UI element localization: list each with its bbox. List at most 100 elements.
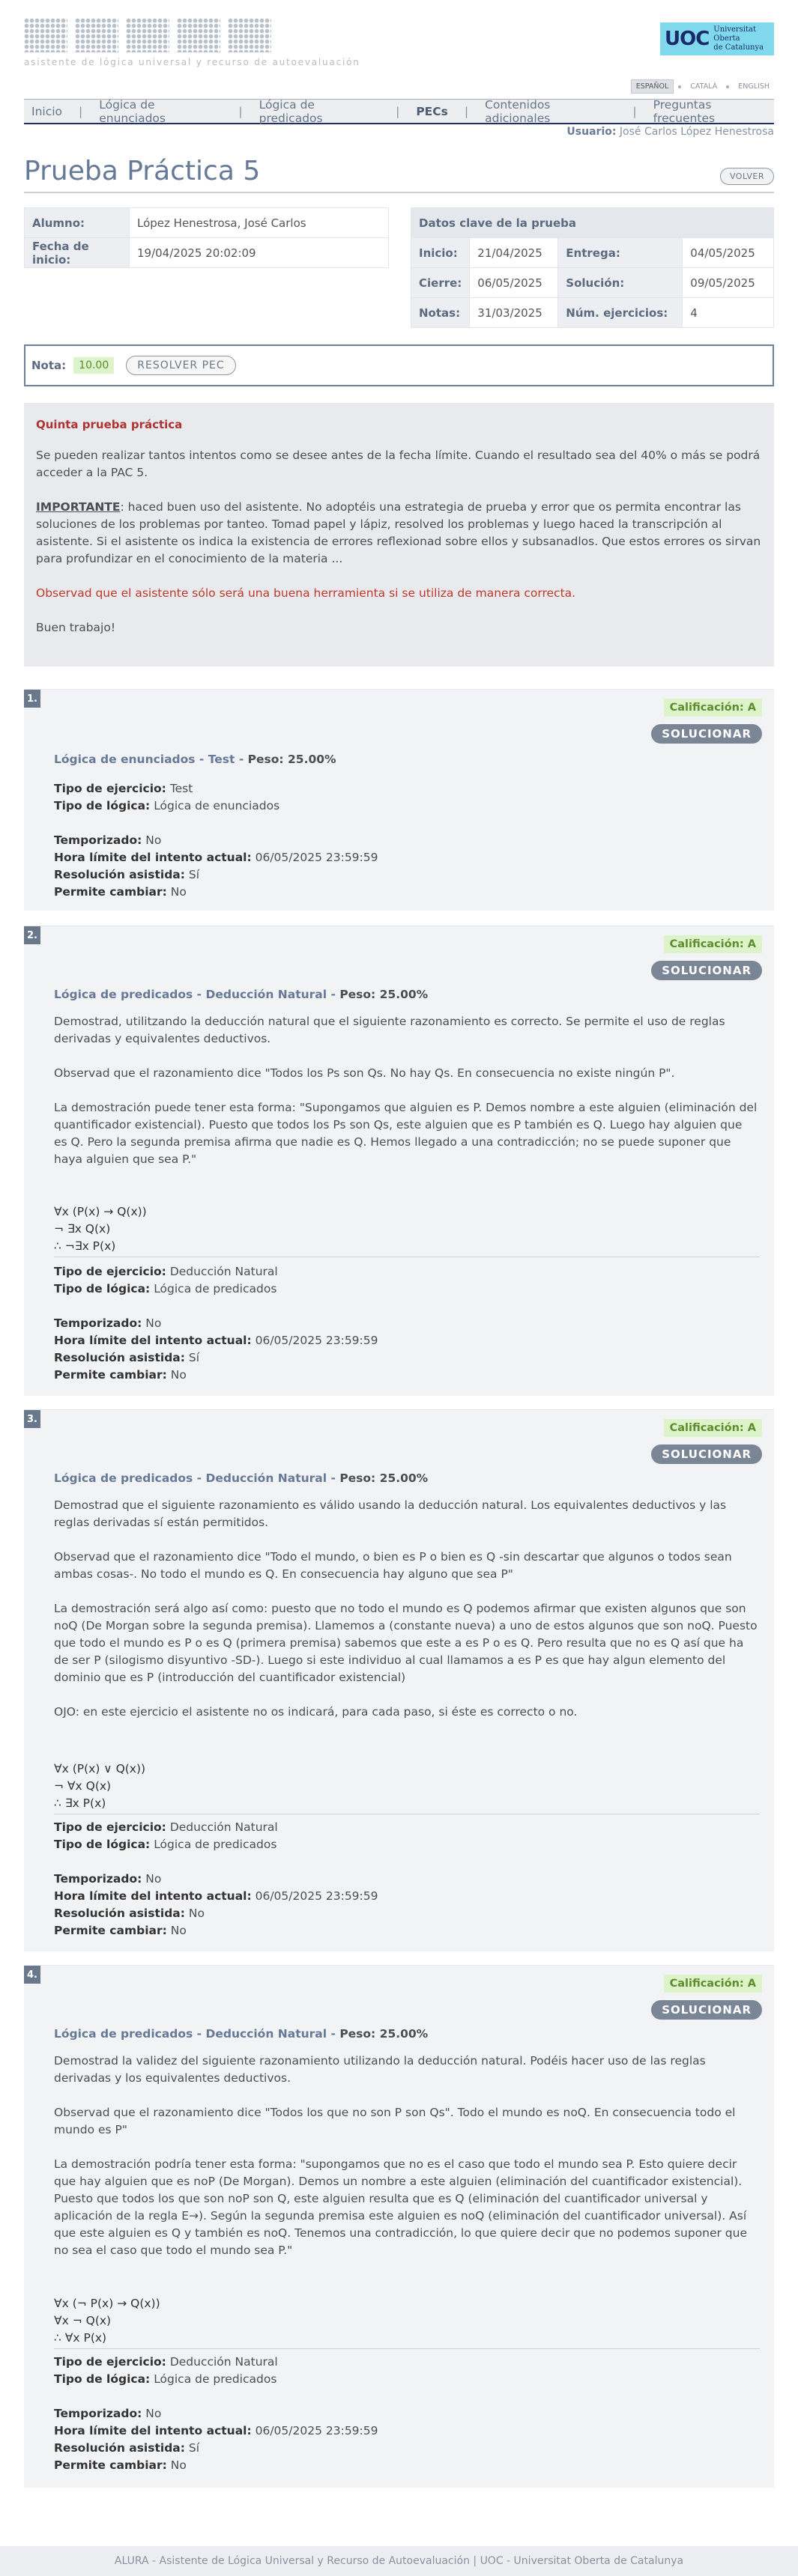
meta-row: Permite cambiar: No [54,1922,378,1939]
premise: ¬ ∃x Q(x) [54,1222,111,1236]
conclusion: ∴ ∃x P(x) [54,1796,106,1810]
conclusion: ∴ ∀x P(x) [54,2331,107,2345]
meta-value: Sí [188,1351,200,1364]
meta-row: Hora límite del intento actual: 06/05/20… [54,1332,378,1349]
alura-logo[interactable]: asistente de lógica universal y recurso … [24,18,414,69]
meta-row: Permite cambiar: No [54,1367,378,1384]
exercise-statement: Demostrad que el siguiente razonamiento … [54,1497,758,1738]
grade-label: Nota: [31,359,67,372]
statement-paragraph: Observad que el razonamiento dice "Todos… [54,1066,675,1080]
grade-badge: Calificación: A [663,1975,762,1993]
intro-heading: Quinta prueba práctica [36,418,183,431]
key-data-title: Datos clave de la prueba [411,207,774,238]
exercise-title[interactable]: Lógica de predicados - Deducción Natural… [54,2027,428,2041]
nav-pecs[interactable]: PECs [416,105,448,118]
logo-subtitle: asistente de lógica universal y recurso … [24,57,360,67]
important-text: : haced buen uso del asistente. No adopt… [36,500,761,565]
title-separator: - [330,1471,336,1485]
meta-row: Hora límite del intento actual: 06/05/20… [54,849,378,866]
exercise-number: 2. [24,926,40,944]
exercise-weight: Peso: 25.00% [247,753,336,766]
meta-label: Tipo de ejercicio: [54,782,166,795]
meta-label: Resolución asistida: [54,868,185,881]
uoc-logo-text: Universitat Oberta de Catalunya [713,25,774,52]
meta-row: Permite cambiar: No [54,884,378,901]
statement-paragraph: Demostrad, utilitzando la deducción natu… [54,1015,725,1045]
meta-row: Tipo de lógica: Lógica de enunciados [54,798,378,815]
meta-value: No [188,1907,205,1920]
exercise-weight: Peso: 25.00% [339,1471,429,1485]
meta-row: Tipo de ejercicio: Test [54,780,378,798]
footer-right[interactable]: UOC - Universitat Oberta de Catalunya [480,2555,684,2567]
nav-logica-predicados[interactable]: Lógica de predicados [259,98,379,125]
table-row: Notas: 31/03/2025 Núm. ejercicios: 4 [410,297,774,328]
title-separator: - [330,2027,336,2041]
exercise-title[interactable]: Lógica de predicados - Deducción Natural… [54,1471,428,1485]
main-nav: Inicio | Lógica de enunciados | Lógica d… [24,98,774,125]
title-divider [24,192,774,193]
solucionar-button[interactable]: SOLUCIONAR [651,724,762,744]
solucionar-button[interactable]: SOLUCIONAR [651,1445,762,1464]
meta-value: Lógica de enunciados [154,799,280,812]
back-button[interactable]: VOLVER [719,168,774,185]
logo-letter-r [177,18,220,52]
nav-logica-enunciados[interactable]: Lógica de enunciados [99,98,222,125]
solucionar-button[interactable]: SOLUCIONAR [651,2000,762,2020]
meta-label: Tipo de lógica: [54,2372,151,2386]
user-name: José Carlos López Henestrosa [619,126,774,138]
resolver-pec-button[interactable]: RESOLVER PEC [126,356,236,375]
exercise-meta: Tipo de ejercicio: Deducción Natural Tip… [54,1819,378,1939]
meta-label: Tipo de ejercicio: [54,2355,166,2369]
nav-contenidos[interactable]: Contenidos adicionales [485,98,616,125]
exercise-title-text: Lógica de predicados - Deducción Natural [54,988,327,1001]
premise: ∀x (P(x) → Q(x)) [54,1205,147,1218]
table-row: Inicio: 21/04/2025 Entrega: 04/05/2025 [410,237,774,268]
lang-separator [678,85,682,88]
fecha-inicio-label: Fecha de inicio: [24,237,130,268]
exercise-card: 4. Calificación: A SOLUCIONAR Lógica de … [24,1965,774,2488]
formula-block: ∀x (P(x) ∨ Q(x)) ¬ ∀x Q(x) ∴ ∃x P(x) [54,1761,760,1814]
meta-value: Deducción Natural [169,2355,278,2369]
meta-label: Tipo de lógica: [54,799,151,812]
meta-label: Temporizado: [54,1316,142,1330]
meta-value: No [170,2458,187,2472]
nav-preguntas[interactable]: Preguntas frecuentes [653,98,774,125]
entrega-label: Entrega: [557,237,683,268]
nav-separator: | [464,104,469,118]
meta-label: Hora límite del intento actual: [54,851,252,864]
footer-left[interactable]: ALURA - Asistente de Lógica Universal y … [115,2555,470,2567]
grade-value: 10.00 [73,357,115,374]
notas-label: Notas: [410,297,471,328]
nav-inicio[interactable]: Inicio [31,105,62,118]
meta-value: 06/05/2025 23:59:59 [255,2424,378,2437]
solucionar-button[interactable]: SOLUCIONAR [651,961,762,980]
meta-row: Resolución asistida: Sí [54,866,378,884]
meta-row: Temporizado: No [54,1871,378,1888]
inicio-label: Inicio: [410,237,471,268]
meta-value: Lógica de predicados [154,1282,277,1295]
lang-catala[interactable]: CATALÀ [686,80,722,93]
logo-letter-l [75,18,118,52]
alumno-label: Alumno: [24,207,130,238]
num-ejercicios-label: Núm. ejercicios: [557,297,683,328]
uoc-logo[interactable]: UOC Universitat Oberta de Catalunya [660,22,774,55]
cierre-label: Cierre: [410,267,471,298]
meta-row: Hora límite del intento actual: 06/05/20… [54,2422,378,2440]
statement-paragraph: La demostración será algo así como: pues… [54,1602,758,1684]
meta-value: Sí [188,2441,200,2455]
intro-closing: Buen trabajo! [36,621,116,634]
intro-warning: Observad que el asistente sólo será una … [36,586,576,600]
lang-english[interactable]: ENGLISH [734,80,774,93]
meta-value: Lógica de predicados [154,2372,277,2386]
logo-letter-u [126,18,169,52]
exercise-title[interactable]: Lógica de enunciados - Test - Peso: 25.0… [54,753,336,766]
table-row: Cierre: 06/05/2025 Solución: 09/05/2025 [410,267,774,298]
exercise-title[interactable]: Lógica de predicados - Deducción Natural… [54,988,428,1001]
grade-badge: Calificación: A [663,935,762,953]
premise: ¬ ∀x Q(x) [54,1779,112,1793]
lang-espanol[interactable]: ESPAÑOL [630,79,674,94]
meta-label: Hora límite del intento actual: [54,1334,252,1347]
key-data-table: Datos clave de la prueba Inicio: 21/04/2… [410,207,774,328]
title-separator: - [238,753,244,766]
exercise-number: 1. [24,690,40,708]
